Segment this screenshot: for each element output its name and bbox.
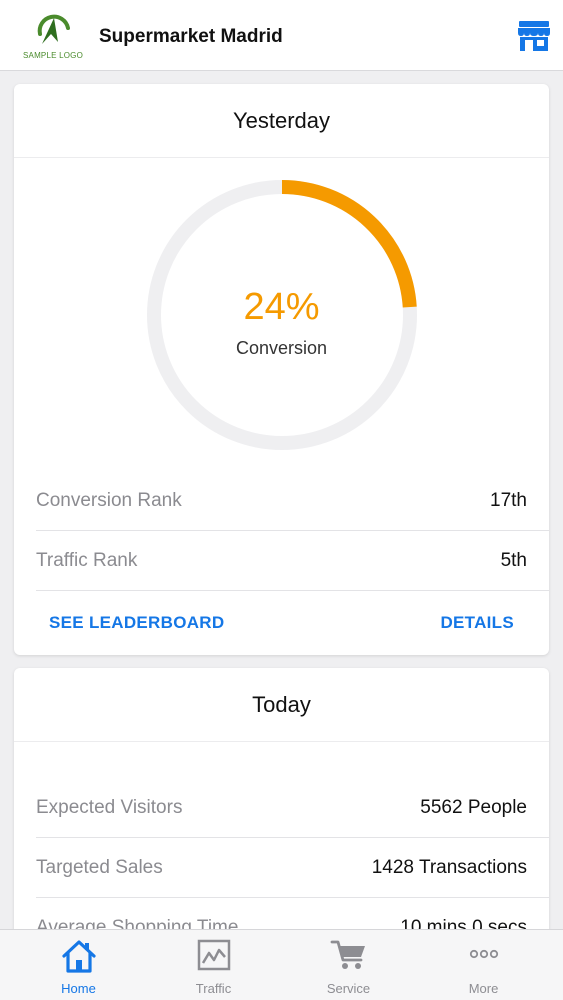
- conversion-value: 24%: [243, 286, 320, 328]
- see-leaderboard-link[interactable]: SEE LEADERBOARD: [49, 613, 224, 633]
- conversion-rank-value: 17th: [490, 489, 527, 511]
- tab-more[interactable]: More: [416, 930, 551, 1000]
- chart-icon: [196, 938, 232, 977]
- logo-text: SAMPLE LOGO: [23, 51, 83, 60]
- expected-visitors-row: Expected Visitors 5562 People: [36, 778, 549, 838]
- bottom-tab-bar: Home Traffic Service More: [0, 929, 563, 1000]
- targeted-sales-label: Targeted Sales: [36, 856, 163, 878]
- app-header: SAMPLE LOGO Supermarket Madrid: [0, 0, 563, 71]
- store-logo: SAMPLE LOGO: [20, 8, 86, 64]
- yesterday-card: Yesterday 24% Conversion Conversion Rank…: [14, 84, 549, 655]
- conversion-label: Conversion: [235, 338, 328, 358]
- conversion-rank-label: Conversion Rank: [36, 489, 182, 511]
- expected-visitors-label: Expected Visitors: [36, 796, 183, 818]
- traffic-rank-value: 5th: [500, 549, 527, 571]
- tab-more-label: More: [468, 981, 499, 996]
- conversion-rank-row: Conversion Rank 17th: [36, 471, 549, 531]
- traffic-rank-row: Traffic Rank 5th: [36, 531, 549, 591]
- traffic-rank-label: Traffic Rank: [36, 549, 138, 571]
- expected-visitors-value: 5562 People: [420, 796, 527, 818]
- tab-home-label: Home: [61, 981, 96, 996]
- targeted-sales-row: Targeted Sales 1428 Transactions: [36, 838, 549, 898]
- tab-home[interactable]: Home: [11, 930, 146, 1000]
- tab-traffic-label: Traffic: [195, 981, 232, 996]
- yesterday-title: Yesterday: [14, 84, 549, 158]
- targeted-sales-value: 1428 Transactions: [371, 856, 527, 878]
- today-title: Today: [14, 668, 549, 742]
- cart-icon: [330, 938, 368, 977]
- tab-service[interactable]: Service: [281, 930, 416, 1000]
- details-link[interactable]: DETAILS: [440, 613, 514, 633]
- store-title: Supermarket Madrid: [99, 26, 283, 47]
- tab-traffic[interactable]: Traffic: [146, 930, 281, 1000]
- tab-service-label: Service: [326, 981, 371, 996]
- store-icon[interactable]: [517, 20, 551, 52]
- home-icon: [60, 938, 98, 979]
- more-icon: [469, 946, 499, 964]
